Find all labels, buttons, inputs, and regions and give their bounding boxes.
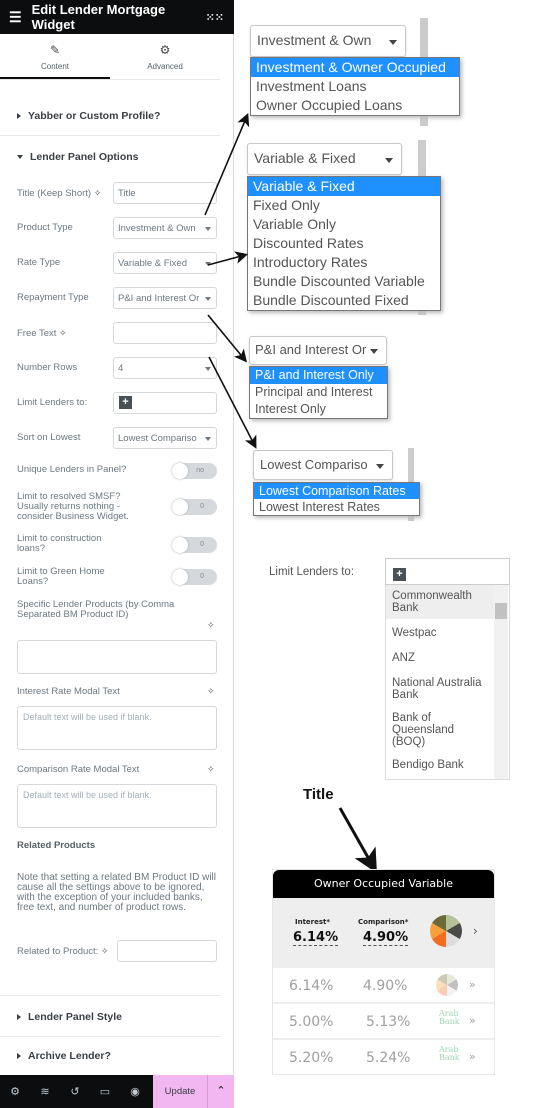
comparison-value[interactable]: 4.90% — [363, 930, 409, 946]
widget-row[interactable]: 5.00% 5.13% Arab Bank » — [273, 1002, 494, 1038]
row-interest: 6.14% — [289, 978, 334, 994]
arrow — [207, 314, 248, 363]
double-chevron-icon[interactable]: » — [469, 1014, 476, 1027]
comparison-label: Comparison* — [358, 918, 409, 926]
interest-label: Interest* — [295, 918, 331, 926]
arab-bank-logo: Arab Bank — [439, 1009, 460, 1026]
lender-logo — [430, 915, 462, 947]
row-comparison: 5.13% — [366, 1014, 411, 1030]
lender-widget-preview: Owner Occupied Variable Interest* 6.14% … — [272, 869, 495, 1075]
widget-row[interactable]: 5.20% 5.24% Arab Bank » — [273, 1038, 494, 1074]
arab-bank-logo: Arab Bank — [439, 1045, 460, 1062]
row-interest: 5.00% — [289, 1014, 334, 1030]
widget-main-row[interactable]: Interest* 6.14% Comparison* 4.90% › — [273, 898, 494, 966]
widget-row[interactable]: 6.14% 4.90% » — [273, 966, 494, 1002]
chevron-right-icon[interactable]: › — [473, 924, 478, 938]
arrow — [204, 113, 250, 216]
row-comparison: 5.24% — [366, 1050, 411, 1066]
double-chevron-icon[interactable]: » — [469, 978, 476, 991]
arrow — [338, 807, 377, 874]
interest-value[interactable]: 6.14% — [293, 930, 339, 946]
double-chevron-icon[interactable]: » — [469, 1050, 476, 1063]
row-comparison: 4.90% — [363, 978, 408, 994]
widget-title: Owner Occupied Variable — [273, 870, 494, 898]
lender-logo — [436, 974, 458, 996]
arrow — [208, 356, 257, 449]
arrow — [207, 251, 249, 266]
row-interest: 5.20% — [289, 1050, 334, 1066]
